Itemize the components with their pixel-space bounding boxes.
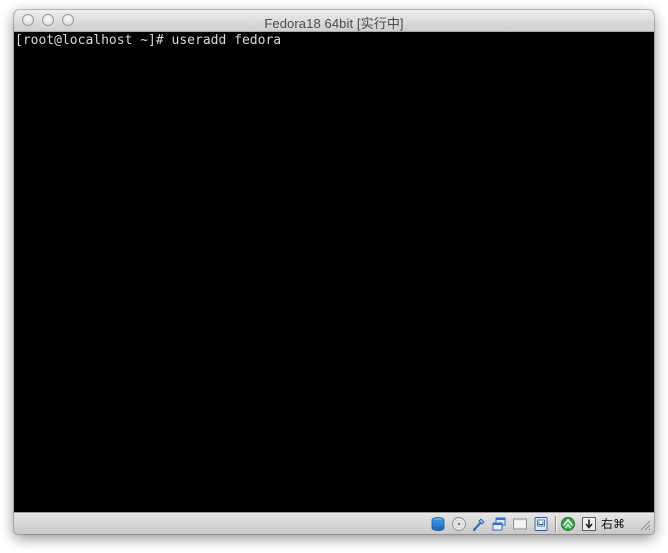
host-key-label: 右⌘ (601, 517, 626, 531)
vm-console-screen[interactable]: [root@localhost ~]# useradd fedora (14, 32, 654, 512)
network-icon[interactable] (560, 516, 576, 532)
shared-folders-icon[interactable] (491, 516, 507, 532)
resize-grip-icon[interactable] (639, 519, 651, 531)
window-title: Fedora18 64bit [实行中] (264, 16, 404, 31)
console-line: [root@localhost ~]# useradd fedora (15, 33, 282, 48)
hard-disk-icon[interactable] (430, 516, 446, 532)
usb-icon[interactable] (471, 516, 487, 532)
title-bar[interactable]: Fedora18 64bit [实行中] (14, 10, 654, 32)
optical-drive-icon[interactable] (451, 516, 467, 532)
vm-window: Fedora18 64bit [实行中] [root@localhost ~]#… (14, 10, 654, 534)
status-separator (555, 516, 557, 532)
video-capture-icon[interactable] (533, 516, 549, 532)
mouse-integration-icon[interactable] (581, 516, 597, 532)
status-bar: 右⌘ (14, 512, 654, 534)
display-icon[interactable] (512, 516, 528, 532)
